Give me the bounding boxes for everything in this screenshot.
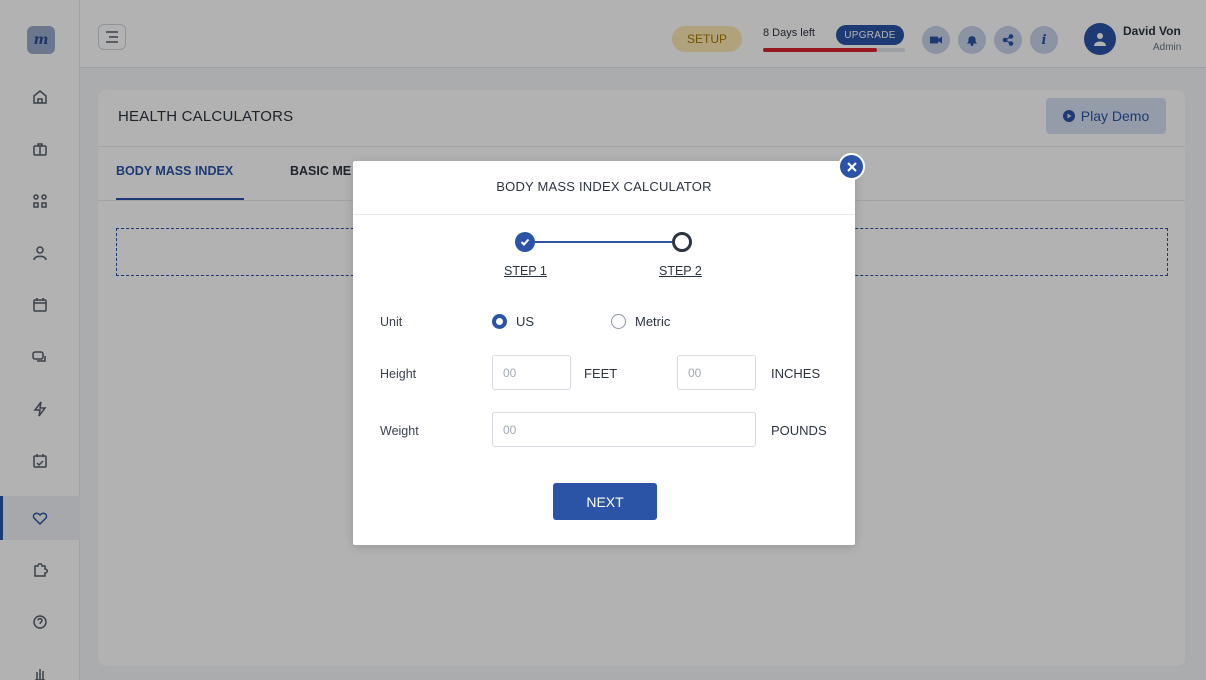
step-1-label[interactable]: STEP 1 bbox=[504, 264, 547, 278]
step-2-label[interactable]: STEP 2 bbox=[659, 264, 702, 278]
unit-us-radio[interactable] bbox=[492, 314, 507, 329]
height-inches-input[interactable] bbox=[677, 355, 756, 390]
close-modal-button[interactable] bbox=[838, 153, 865, 180]
close-icon bbox=[846, 161, 857, 172]
step-connector bbox=[535, 241, 672, 243]
pounds-unit-label: POUNDS bbox=[771, 423, 827, 438]
weight-label: Weight bbox=[380, 424, 419, 438]
height-feet-input[interactable] bbox=[492, 355, 571, 390]
step-1-indicator bbox=[515, 232, 535, 252]
feet-unit-label: FEET bbox=[584, 366, 618, 381]
next-button[interactable]: NEXT bbox=[553, 483, 657, 520]
weight-input[interactable] bbox=[492, 412, 756, 447]
height-label: Height bbox=[380, 367, 417, 381]
unit-metric-label[interactable]: Metric bbox=[635, 314, 670, 329]
unit-label: Unit bbox=[380, 315, 403, 329]
check-icon bbox=[520, 238, 530, 246]
unit-us-label[interactable]: US bbox=[516, 314, 534, 329]
unit-metric-radio[interactable] bbox=[611, 314, 626, 329]
bmi-calculator-modal: BODY MASS INDEX CALCULATOR STEP 1 STEP 2… bbox=[353, 161, 855, 545]
modal-divider bbox=[353, 214, 855, 215]
step-2-indicator bbox=[672, 232, 692, 252]
modal-title: BODY MASS INDEX CALCULATOR bbox=[496, 179, 712, 194]
inches-unit-label: INCHES bbox=[771, 366, 821, 381]
